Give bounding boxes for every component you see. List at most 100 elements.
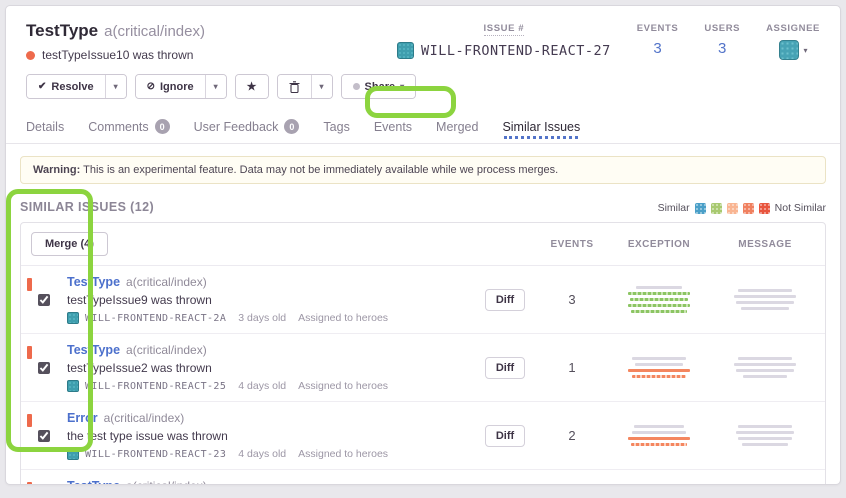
tab-tags-label: Tags [323,120,349,134]
row-age: 3 days old [238,312,286,324]
row-select-checkbox[interactable] [38,362,50,374]
delete-button-group: ▾ [277,74,333,99]
share-button-group: Share ▾ [341,74,417,99]
mute-icon: ⊘ [147,81,155,92]
diff-button[interactable]: Diff [485,425,525,447]
row-issue-link[interactable]: TestType [67,343,120,357]
ignore-button-group: ⊘ Ignore ▾ [135,74,227,99]
assignee-avatar[interactable] [779,40,799,60]
ignore-dropdown-button[interactable]: ▾ [205,75,226,98]
similarity-bar [628,437,690,440]
comments-count-badge: 0 [155,119,170,134]
row-message: testTypeIssue2 was thrown [67,361,469,375]
project-icon [397,42,414,59]
resolve-button[interactable]: ✔ Resolve [27,75,105,98]
error-level-bar-icon [27,278,32,291]
section-header-row: SIMILAR ISSUES (12) Similar Not Similar [20,200,826,214]
similarity-bar [634,425,684,428]
share-button-label: Share [365,81,396,93]
project-icon [67,312,79,324]
row-main: TestTypea(critical/index) testTypeIssue9… [67,275,469,324]
row-main: TestTypea(critical/index) testTypeIssue6… [67,479,469,485]
similarity-bar [738,357,792,360]
legend-color-swatch [759,203,770,214]
tab-events[interactable]: Events [374,113,412,143]
issue-number-value: WILL-FRONTEND-REACT-27 [397,42,611,59]
star-icon: ★ [247,80,257,93]
trash-icon [289,81,300,93]
similarity-bar [734,295,796,298]
issue-subtitle-line: testTypeIssue10 was thrown [26,48,205,62]
row-checkbox-wrap [36,292,52,308]
row-issue-short-id: WILL-FRONTEND-REACT-23 [85,449,226,460]
message-similarity-bars [715,425,815,446]
users-label: USERS [704,23,740,34]
stat-users: USERS 3 [704,23,740,62]
row-select-checkbox[interactable] [38,294,50,306]
message-similarity-bars [715,289,815,310]
row-title-suffix: a(critical/index) [126,479,207,485]
share-button[interactable]: Share ▾ [342,75,416,98]
row-assigned: Assigned to heroes [298,312,388,324]
row-main: Errora(critical/index) the test type iss… [67,411,469,460]
row-right: Diff 3 [469,286,815,313]
similarity-bar [628,369,690,372]
error-level-dot-icon [26,51,35,60]
column-header-events: EVENTS [541,239,603,250]
similarity-bar [631,310,687,313]
similarity-bar [741,307,789,310]
tab-comments-label: Comments [88,120,148,134]
events-count[interactable]: 3 [653,40,661,57]
tab-similar-issues[interactable]: Similar Issues [502,113,580,143]
tab-tags[interactable]: Tags [323,113,349,143]
similarity-bar [631,443,687,446]
bookmark-button[interactable]: ★ [236,75,268,98]
diff-button[interactable]: Diff [485,289,525,311]
similarity-bar [636,286,682,289]
error-level-bar-icon [27,482,32,485]
table-row: Errora(critical/index) the test type iss… [21,402,825,470]
similarity-bar [738,437,792,440]
row-meta: WILL-FRONTEND-REACT-25 4 days old Assign… [67,380,469,392]
warning-text: This is an experimental feature. Data ma… [80,164,558,176]
ignore-button[interactable]: ⊘ Ignore [136,75,205,98]
resolve-dropdown-button[interactable]: ▾ [105,75,126,98]
delete-button[interactable] [278,75,311,98]
similarity-bar [736,369,794,372]
similarity-bar [736,301,794,304]
row-events-count: 3 [541,292,603,307]
row-issue-link[interactable]: Error [67,411,98,425]
legend-not-similar-label: Not Similar [775,202,826,214]
row-right: Diff 2 [469,425,815,447]
tab-merged[interactable]: Merged [436,113,478,143]
row-title-suffix: a(critical/index) [126,343,207,357]
legend-color-swatch [711,203,722,214]
similarity-bar [632,431,686,434]
chevron-down-icon[interactable]: ▾ [804,46,808,55]
ignore-button-label: Ignore [160,81,194,93]
table-rows: TestTypea(critical/index) testTypeIssue9… [21,266,825,485]
row-select-checkbox[interactable] [38,430,50,442]
tab-details[interactable]: Details [26,113,64,143]
row-issue-link[interactable]: TestType [67,275,120,289]
resolve-button-label: Resolve [51,81,93,93]
tab-user-feedback[interactable]: User Feedback 0 [194,113,300,143]
issue-title-line: TestTypea(critical/index) [26,21,205,41]
legend-color-swatch [743,203,754,214]
row-title-line: TestType a(critical/index) [67,479,469,485]
table-column-headers: EVENTS EXCEPTION MESSAGE [469,239,815,250]
similar-issues-table: Merge (4) EVENTS EXCEPTION MESSAGE TestT… [20,222,826,485]
users-count[interactable]: 3 [718,40,726,57]
exception-similarity-bars [603,425,715,446]
row-checkbox-zone [21,428,67,444]
tab-events-label: Events [374,120,412,134]
diff-button[interactable]: Diff [485,357,525,379]
merge-button[interactable]: Merge (4) [31,232,108,256]
tab-comments[interactable]: Comments 0 [88,113,169,143]
assignee-selector[interactable]: ▾ [779,40,808,60]
similarity-bar [742,443,788,446]
row-issue-link[interactable]: TestType [67,479,120,485]
similarity-bar [632,375,686,378]
resolve-button-group: ✔ Resolve ▾ [26,74,127,99]
delete-dropdown-button[interactable]: ▾ [311,75,332,98]
